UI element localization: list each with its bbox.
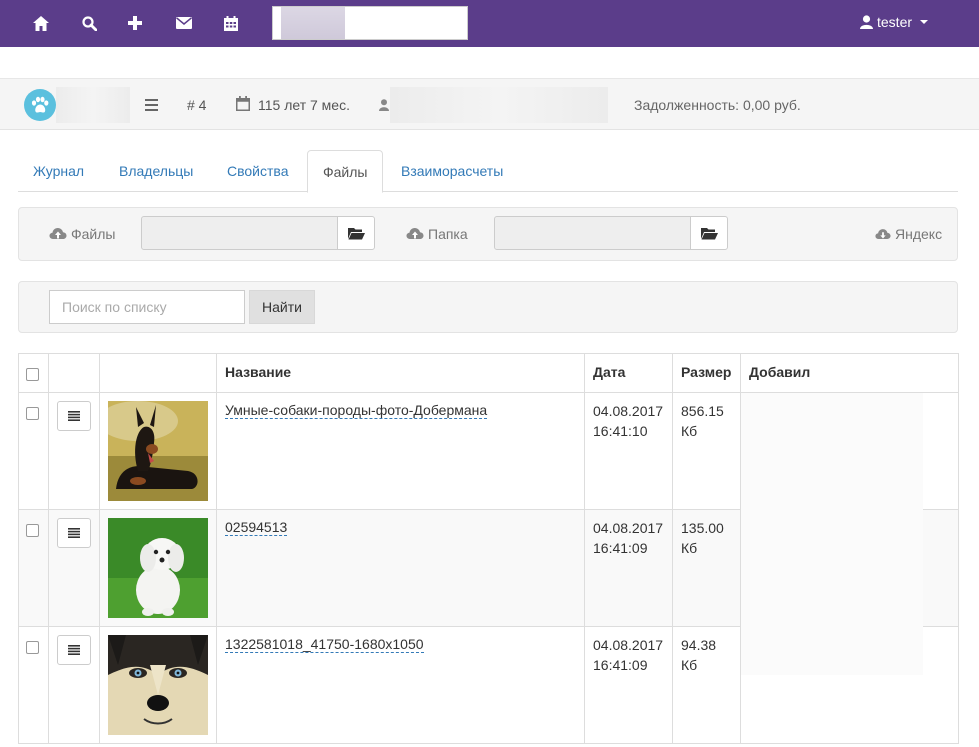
file-size-unit: Кб xyxy=(681,540,698,556)
record-number: # 4 xyxy=(187,97,207,113)
header-date[interactable]: Дата xyxy=(584,353,673,393)
file-date: 04.08.2017 xyxy=(593,637,664,653)
tab-files[interactable]: Файлы xyxy=(307,150,384,193)
plus-icon[interactable] xyxy=(124,12,146,34)
calendar-icon[interactable] xyxy=(220,12,242,34)
user-icon xyxy=(379,98,389,114)
list-icon xyxy=(68,528,80,538)
cloud-upload-icon xyxy=(406,228,424,239)
file-size-unit: Кб xyxy=(681,657,698,673)
redacted-added-by xyxy=(741,393,923,675)
file-size: 135.00 xyxy=(681,520,724,536)
table-header-row: Название Дата Размер Добавил xyxy=(18,353,959,393)
tab-properties[interactable]: Свойства xyxy=(212,150,303,192)
menu-icon[interactable] xyxy=(145,98,158,114)
cloud-download-icon xyxy=(875,228,891,239)
caret-down-icon xyxy=(920,20,929,24)
row-checkbox[interactable] xyxy=(26,641,39,654)
upload-panel: Файлы Папка Яндекс xyxy=(18,207,958,261)
tab-owners[interactable]: Владельцы xyxy=(104,150,208,192)
file-name-link[interactable]: Умные-собаки-породы-фото-Добермана xyxy=(225,402,488,419)
browse-folder-button[interactable] xyxy=(690,216,728,250)
user-name: tester xyxy=(877,14,913,30)
browse-files-button[interactable] xyxy=(337,216,375,250)
files-path-input[interactable] xyxy=(141,216,338,250)
file-time: 16:41:09 xyxy=(593,540,648,556)
file-size-unit: Кб xyxy=(681,423,698,439)
file-date: 04.08.2017 xyxy=(593,520,664,536)
home-icon[interactable] xyxy=(30,12,52,34)
husky-thumbnail[interactable] xyxy=(108,635,208,735)
redacted-patient-name xyxy=(56,87,130,123)
top-navbar: tester xyxy=(0,0,979,47)
file-time: 16:41:09 xyxy=(593,657,648,673)
cloud-upload-icon xyxy=(49,228,67,239)
row-menu-button[interactable] xyxy=(57,518,91,548)
header-actions xyxy=(48,353,100,393)
envelope-icon[interactable] xyxy=(173,12,195,34)
debt-amount: Задолженность: 0,00 руб. xyxy=(634,97,801,113)
row-checkbox[interactable] xyxy=(26,407,39,420)
file-name-link[interactable]: 1322581018_41750-1680x1050 xyxy=(225,636,424,653)
yandex-text: Яндекс xyxy=(895,226,943,242)
file-size: 94.38 xyxy=(681,637,717,653)
select-all-checkbox[interactable] xyxy=(26,368,39,381)
yandex-upload-link[interactable]: Яндекс xyxy=(875,226,942,242)
file-name-link[interactable]: 02594513 xyxy=(225,519,288,536)
doberman-thumbnail[interactable] xyxy=(108,401,208,501)
row-checkbox[interactable] xyxy=(26,524,39,537)
row-menu-button[interactable] xyxy=(57,635,91,665)
header-size[interactable]: Размер xyxy=(672,353,741,393)
redacted-owner-name xyxy=(390,87,608,123)
file-time: 16:41:10 xyxy=(593,423,648,439)
upload-folder-label[interactable]: Папка xyxy=(406,226,468,242)
user-icon xyxy=(860,15,873,29)
filter-panel: Найти xyxy=(18,281,958,333)
tab-journal[interactable]: Журнал xyxy=(18,150,99,192)
paw-icon xyxy=(24,89,56,121)
list-icon xyxy=(68,411,80,421)
patient-age: 115 лет 7 мес. xyxy=(258,97,350,113)
folder-open-icon xyxy=(347,227,365,239)
redacted-area xyxy=(281,7,345,39)
header-name[interactable]: Название xyxy=(216,353,585,393)
upload-files-label[interactable]: Файлы xyxy=(49,226,115,242)
search-icon[interactable] xyxy=(78,12,100,34)
find-button[interactable]: Найти xyxy=(249,290,315,324)
global-search-input[interactable] xyxy=(272,6,468,40)
user-menu[interactable]: tester xyxy=(860,14,929,30)
folder-open-icon xyxy=(700,227,718,239)
row-menu-button[interactable] xyxy=(57,401,91,431)
list-search-input[interactable] xyxy=(49,290,245,324)
folder-path-input[interactable] xyxy=(494,216,691,250)
header-added-by[interactable]: Добавил xyxy=(740,353,959,393)
upload-folder-text: Папка xyxy=(428,226,468,242)
file-date: 04.08.2017 xyxy=(593,403,664,419)
file-size: 856.15 xyxy=(681,403,724,419)
list-icon xyxy=(68,645,80,655)
header-thumbnail xyxy=(99,353,217,393)
patient-info-bar: # 4 115 лет 7 мес. Задолженность: 0,00 р… xyxy=(0,78,979,130)
upload-files-text: Файлы xyxy=(71,226,116,242)
tab-settlements[interactable]: Взаиморасчеты xyxy=(386,150,518,192)
maltese-thumbnail[interactable] xyxy=(108,518,208,618)
calendar-icon xyxy=(236,96,250,114)
tab-bar: Журнал Владельцы Свойства Файлы Взаимора… xyxy=(18,150,958,193)
